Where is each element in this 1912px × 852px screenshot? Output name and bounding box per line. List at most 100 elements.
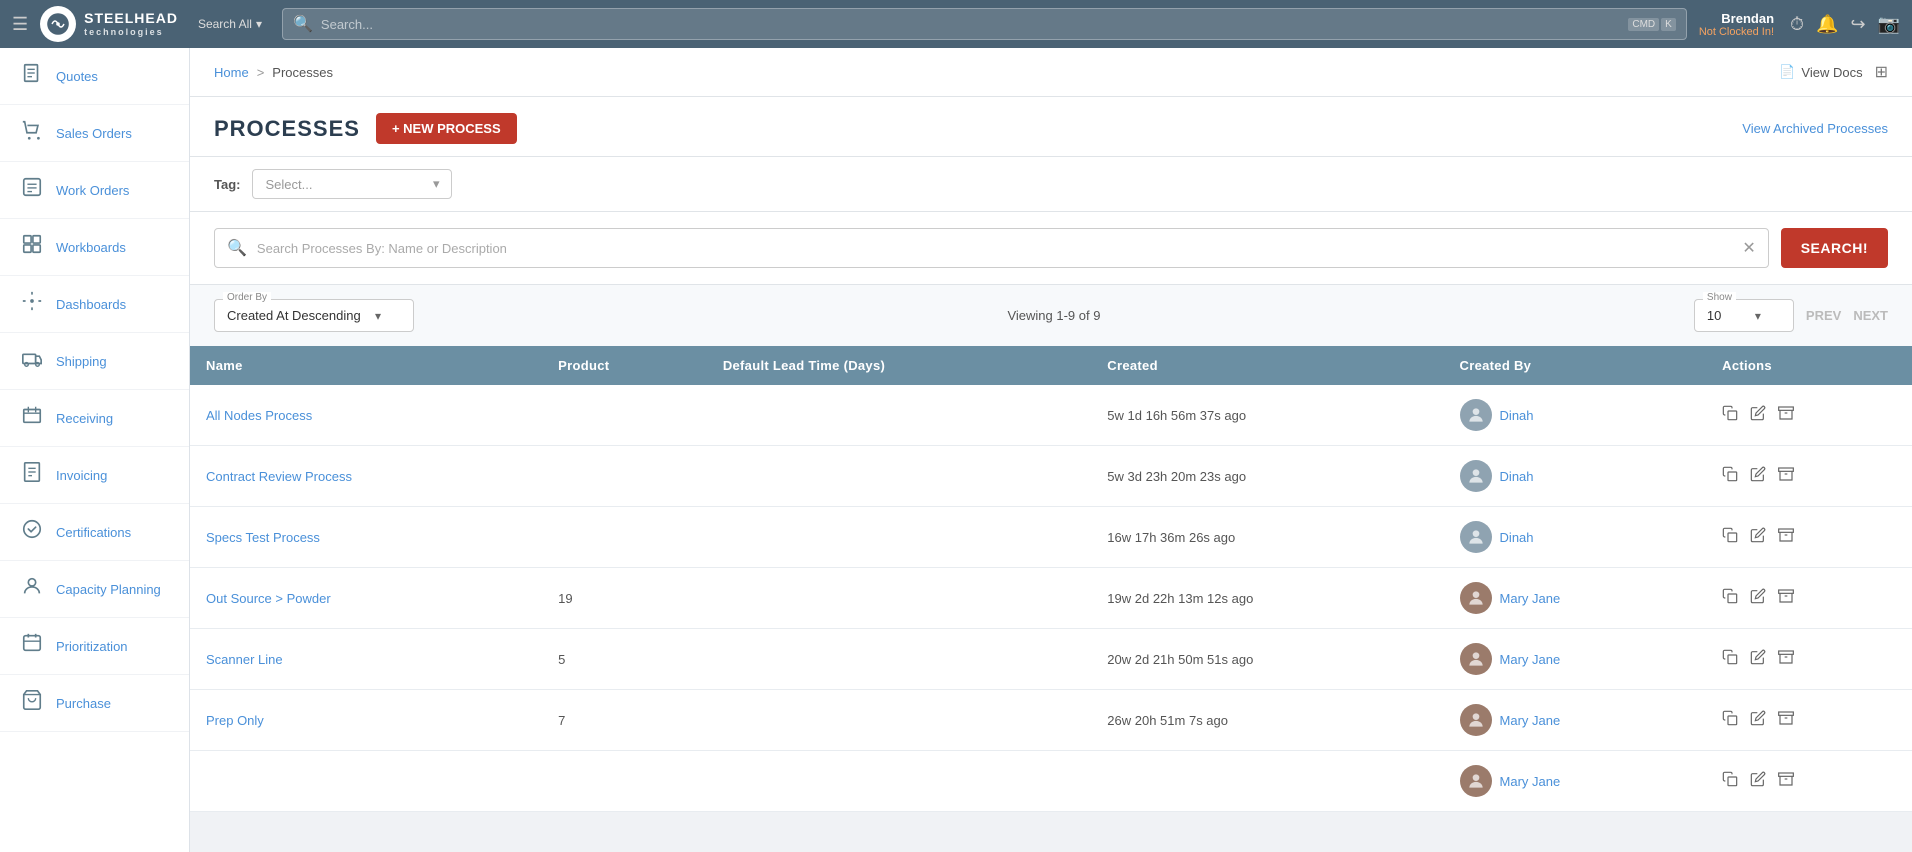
tag-chevron-icon: ▾	[433, 176, 440, 192]
cell-created: 26w 20h 51m 7s ago	[1091, 690, 1443, 751]
filters-bar: Tag: Select... ▾	[190, 157, 1912, 212]
copy-icon[interactable]	[1722, 771, 1738, 792]
sidebar-item-label: Quotes	[56, 69, 98, 84]
global-search-bar[interactable]: 🔍 CMD K	[282, 8, 1687, 40]
avatar	[1460, 460, 1492, 492]
camera-icon[interactable]: 📷	[1878, 14, 1900, 35]
controls-row: Order By Created At Descending ▾ Viewing…	[190, 285, 1912, 346]
tag-select[interactable]: Select... ▾	[252, 169, 452, 199]
process-link[interactable]: Scanner Line	[206, 652, 283, 667]
table-row: Scanner Line 5 20w 2d 21h 50m 51s ago Ma…	[190, 629, 1912, 690]
sidebar-item-quotes[interactable]: Quotes	[0, 48, 189, 105]
sidebar-item-sales-orders[interactable]: Sales Orders	[0, 105, 189, 162]
archive-icon[interactable]	[1778, 527, 1794, 548]
order-chevron-icon: ▾	[375, 309, 381, 323]
edit-icon[interactable]	[1750, 527, 1766, 548]
col-created: Created	[1091, 346, 1443, 385]
sidebar-item-prioritization[interactable]: Prioritization	[0, 618, 189, 675]
new-process-button[interactable]: + NEW PROCESS	[376, 113, 517, 144]
cell-name: Scanner Line	[190, 629, 542, 690]
next-button[interactable]: NEXT	[1853, 308, 1888, 323]
top-navigation: ☰ STEELHEAD technologies Search All ▾ 🔍 …	[0, 0, 1912, 48]
archive-icon[interactable]	[1778, 405, 1794, 426]
search-button[interactable]: SEARCH!	[1781, 228, 1888, 268]
sidebar-item-receiving[interactable]: Receiving	[0, 390, 189, 447]
sidebar-item-certifications[interactable]: Certifications	[0, 504, 189, 561]
created-by-name: Dinah	[1500, 530, 1534, 545]
archive-icon[interactable]	[1778, 649, 1794, 670]
process-link[interactable]: Prep Only	[206, 713, 264, 728]
search-all-button[interactable]: Search All ▾	[190, 13, 270, 35]
cell-created-by: Dinah	[1444, 446, 1707, 507]
copy-icon[interactable]	[1722, 527, 1738, 548]
global-search-input[interactable]	[321, 17, 1620, 32]
view-docs-button[interactable]: 📄 View Docs	[1779, 64, 1862, 80]
cell-created-by: Mary Jane	[1444, 751, 1707, 812]
quotes-icon	[20, 62, 44, 90]
cell-actions	[1706, 751, 1912, 812]
sales-orders-icon	[20, 119, 44, 147]
avatar	[1460, 521, 1492, 553]
edit-icon[interactable]	[1750, 588, 1766, 609]
copy-icon[interactable]	[1722, 405, 1738, 426]
created-by-name: Mary Jane	[1500, 652, 1561, 667]
archive-icon[interactable]	[1778, 588, 1794, 609]
sidebar-item-shipping[interactable]: Shipping	[0, 333, 189, 390]
bell-icon[interactable]: 🔔	[1816, 14, 1838, 35]
clock-icon[interactable]: ⏱	[1790, 14, 1804, 35]
sidebar-item-work-orders[interactable]: Work Orders	[0, 162, 189, 219]
expand-icon[interactable]: ⊞	[1875, 62, 1888, 82]
edit-icon[interactable]	[1750, 405, 1766, 426]
hamburger-icon[interactable]: ☰	[12, 14, 28, 35]
archive-icon[interactable]	[1778, 771, 1794, 792]
copy-icon[interactable]	[1722, 466, 1738, 487]
edit-icon[interactable]	[1750, 466, 1766, 487]
cell-created: 5w 1d 16h 56m 37s ago	[1091, 385, 1443, 446]
sidebar-item-invoicing[interactable]: Invoicing	[0, 447, 189, 504]
cell-created-by: Dinah	[1444, 507, 1707, 568]
view-archived-link[interactable]: View Archived Processes	[1742, 121, 1888, 136]
sidebar-item-dashboards[interactable]: Dashboards	[0, 276, 189, 333]
copy-icon[interactable]	[1722, 649, 1738, 670]
copy-icon[interactable]	[1722, 710, 1738, 731]
sidebar-item-purchase[interactable]: Purchase	[0, 675, 189, 732]
process-link[interactable]: Out Source > Powder	[206, 591, 331, 606]
created-by-name: Dinah	[1500, 408, 1534, 423]
cell-actions	[1706, 629, 1912, 690]
order-by-group: Order By Created At Descending ▾	[214, 299, 414, 332]
clear-icon[interactable]: ✕	[1742, 238, 1755, 258]
edit-icon[interactable]	[1750, 710, 1766, 731]
capacity-planning-icon	[20, 575, 44, 603]
prev-button[interactable]: PREV	[1806, 308, 1841, 323]
process-search-input[interactable]	[257, 241, 1732, 256]
cell-lead-time	[707, 385, 1091, 446]
process-link[interactable]: Specs Test Process	[206, 530, 320, 545]
order-by-select[interactable]: Order By Created At Descending ▾	[214, 299, 414, 332]
purchase-icon	[20, 689, 44, 717]
logo-icon	[40, 6, 76, 42]
table-body: All Nodes Process 5w 1d 16h 56m 37s ago …	[190, 385, 1912, 812]
signout-icon[interactable]: ↪	[1850, 14, 1865, 35]
cell-created: 5w 3d 23h 20m 23s ago	[1091, 446, 1443, 507]
col-lead-time: Default Lead Time (Days)	[707, 346, 1091, 385]
sidebar-item-label: Dashboards	[56, 297, 126, 312]
cell-product: 7	[542, 690, 707, 751]
archive-icon[interactable]	[1778, 710, 1794, 731]
process-link[interactable]: All Nodes Process	[206, 408, 312, 423]
sidebar-item-workboards[interactable]: Workboards	[0, 219, 189, 276]
show-select[interactable]: Show 10 ▾	[1694, 299, 1794, 332]
archive-icon[interactable]	[1778, 466, 1794, 487]
process-link[interactable]: Contract Review Process	[206, 469, 352, 484]
workboards-icon	[20, 233, 44, 261]
breadcrumb-home[interactable]: Home	[214, 65, 249, 80]
created-by-name: Mary Jane	[1500, 774, 1561, 789]
keyboard-hint: CMD K	[1628, 18, 1675, 31]
sidebar-item-label: Sales Orders	[56, 126, 132, 141]
copy-icon[interactable]	[1722, 588, 1738, 609]
nav-icons: ⏱ 🔔 ↪ 📷	[1790, 14, 1900, 35]
sidebar-item-capacity-planning[interactable]: Capacity Planning	[0, 561, 189, 618]
edit-icon[interactable]	[1750, 771, 1766, 792]
edit-icon[interactable]	[1750, 649, 1766, 670]
sidebar: Quotes Sales Orders Work Orders Workboar…	[0, 48, 190, 852]
logo-text: STEELHEAD technologies	[84, 10, 178, 38]
